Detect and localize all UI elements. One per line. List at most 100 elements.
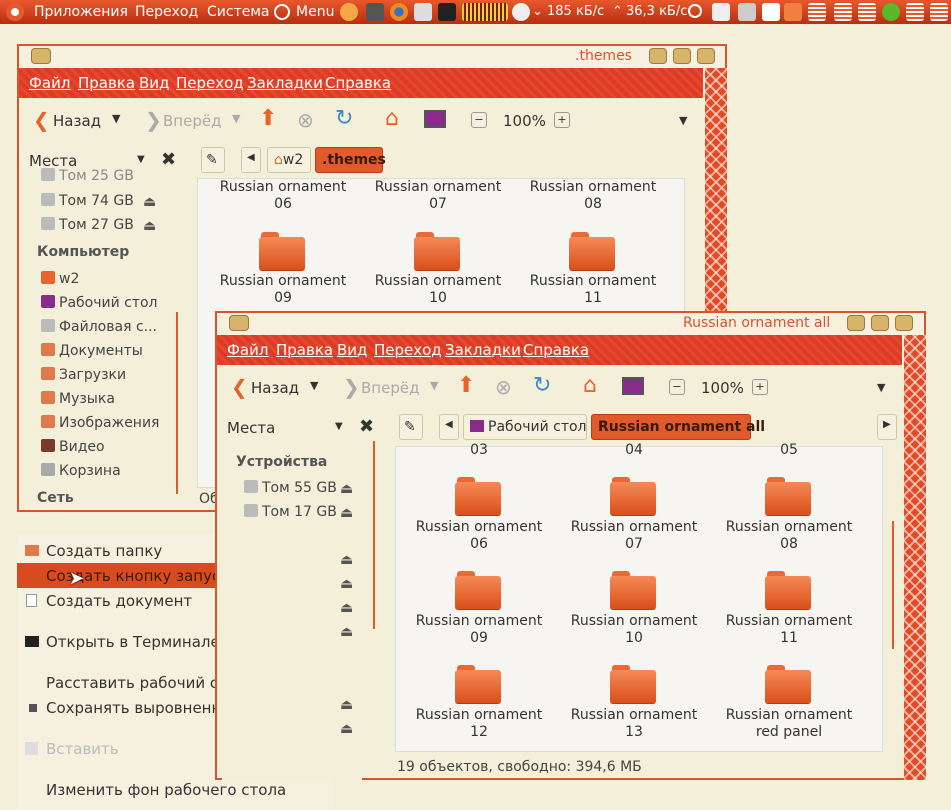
crumb-russian-ornament-all[interactable]: Russian ornament all <box>591 414 765 440</box>
firefox-icon[interactable] <box>390 3 408 21</box>
screenshot-icon[interactable] <box>712 3 730 21</box>
folder-icon[interactable] <box>569 232 615 270</box>
maximize-button[interactable] <box>871 315 889 331</box>
folder-icon[interactable] <box>765 665 811 703</box>
sidebar-volume-27[interactable]: Том 27 GB <box>41 217 134 233</box>
back-button[interactable]: Назад <box>251 379 299 397</box>
power-icon[interactable] <box>274 4 290 20</box>
folder-label[interactable]: Russian ornament 10 <box>358 273 518 307</box>
sidebar-scrollbar[interactable] <box>373 441 375 629</box>
folder-icon[interactable] <box>610 665 656 703</box>
menu-help[interactable]: Справка <box>325 74 391 92</box>
reload-icon[interactable]: ↻ <box>533 373 551 398</box>
back-history-dropdown[interactable]: ▼ <box>112 112 120 125</box>
sidebar-volume-0[interactable]: Том 25 GB <box>41 168 134 184</box>
crumb-scroll-left[interactable]: ◀ <box>439 414 459 440</box>
folder-label-partial[interactable]: 05 <box>709 442 869 459</box>
up-arrow-icon[interactable]: ⬆ <box>457 373 475 398</box>
menu-bookmarks[interactable]: Закладки <box>247 74 323 92</box>
computer-icon[interactable] <box>622 377 644 395</box>
content-scrollbar[interactable] <box>892 521 894 649</box>
folder-label[interactable]: Russian ornament 06 <box>203 179 363 213</box>
close-button[interactable] <box>895 315 913 331</box>
window-menu-icon[interactable] <box>31 48 51 64</box>
zoom-in-button[interactable]: + <box>752 379 768 395</box>
sidebar-item-pictures[interactable]: Изображения <box>41 415 159 431</box>
system-menu[interactable]: Система <box>207 4 269 20</box>
home-icon[interactable]: ⌂ <box>583 373 597 398</box>
image-editor-icon[interactable] <box>414 3 432 21</box>
computer-icon[interactable] <box>424 110 446 128</box>
eject-icon[interactable]: ⏏ <box>340 624 356 640</box>
folder-label[interactable]: Russian ornament 11 <box>513 273 673 307</box>
eject-icon[interactable]: ⏏ <box>143 194 159 210</box>
menu-view[interactable]: Вид <box>337 341 367 359</box>
places-dropdown-arrow[interactable]: ▼ <box>137 154 145 165</box>
terminal-icon[interactable] <box>438 3 456 21</box>
brush-icon[interactable] <box>738 3 756 21</box>
folder-icon[interactable] <box>765 477 811 515</box>
back-history-dropdown[interactable]: ▼ <box>310 379 318 392</box>
close-button[interactable] <box>697 48 715 64</box>
folder-label[interactable]: Russian ornament 09 <box>399 613 559 647</box>
view-mode-dropdown[interactable]: ▼ <box>877 381 885 394</box>
places-menu[interactable]: Переход <box>135 4 198 20</box>
folder-label[interactable]: Russian ornament 10 <box>554 613 714 647</box>
sidebar-volume-17[interactable]: Том 17 GB <box>244 504 337 520</box>
settings-gear-icon[interactable] <box>882 3 900 21</box>
crumb-scroll-right[interactable]: ▶ <box>877 414 897 440</box>
eject-icon[interactable]: ⏏ <box>340 576 356 592</box>
menu-go[interactable]: Переход <box>374 341 442 359</box>
crumb-scroll-left[interactable]: ◀ <box>241 147 261 173</box>
eject-icon[interactable]: ⏏ <box>340 697 356 713</box>
indicator-3-icon[interactable] <box>858 3 876 21</box>
menu-file[interactable]: Файл <box>227 341 268 359</box>
indicator-2-icon[interactable] <box>834 3 852 21</box>
maximize-button[interactable] <box>673 48 691 64</box>
back-arrow-icon[interactable]: ❮ <box>231 375 248 399</box>
folder-icon[interactable] <box>414 232 460 270</box>
menu-edit[interactable]: Правка <box>78 74 135 92</box>
menu-view[interactable]: Вид <box>139 74 169 92</box>
sidebar-volume-74[interactable]: Том 74 GB <box>41 193 134 209</box>
indicator-4-icon[interactable] <box>906 3 924 21</box>
folder-label[interactable]: Russian ornament 11 <box>709 613 869 647</box>
eject-icon[interactable]: ⏏ <box>143 218 159 234</box>
network-icon[interactable] <box>512 3 530 21</box>
folder-label-partial[interactable]: 04 <box>554 442 714 459</box>
menu-edit[interactable]: Правка <box>276 341 333 359</box>
folder-label[interactable]: Russian ornament 12 <box>399 707 559 741</box>
menu-applet[interactable]: Menu <box>296 4 334 20</box>
sidebar-item-trash[interactable]: Корзина <box>41 463 121 479</box>
places-dropdown-arrow[interactable]: ▼ <box>335 421 343 432</box>
folder-label[interactable]: Russian ornament 07 <box>358 179 518 213</box>
eject-icon[interactable]: ⏏ <box>340 552 356 568</box>
crumb-desktop[interactable]: Рабочий стол <box>463 414 587 440</box>
folder-label[interactable]: Russian ornament red panel <box>709 707 869 741</box>
folder-icon[interactable] <box>259 232 305 270</box>
menu-go[interactable]: Переход <box>176 74 244 92</box>
checkbox-indicator[interactable] <box>29 704 37 712</box>
folder-label-partial[interactable]: 03 <box>399 442 559 459</box>
folder-label[interactable]: Russian ornament 08 <box>513 179 673 213</box>
applications-menu[interactable]: Приложения <box>34 4 128 20</box>
folder-label[interactable]: Russian ornament 13 <box>554 707 714 741</box>
menu-bookmarks[interactable]: Закладки <box>445 341 521 359</box>
indicator-5-icon[interactable] <box>930 3 948 21</box>
edit-location-icon[interactable]: ✎ <box>399 414 423 440</box>
ubuntu-logo-icon[interactable] <box>6 3 24 21</box>
text-editor-icon[interactable] <box>762 3 780 21</box>
zoom-in-button[interactable]: + <box>554 112 570 128</box>
eject-icon[interactable]: ⏏ <box>340 481 356 497</box>
close-sidebar-icon[interactable]: ✖ <box>161 149 176 170</box>
crumb-w2[interactable]: ⌂w2 <box>267 147 311 173</box>
back-button[interactable]: Назад <box>53 112 101 130</box>
minimize-button[interactable] <box>649 48 667 64</box>
crumb-themes[interactable]: .themes <box>315 147 386 173</box>
sidebar-item-desktop[interactable]: Рабочий стол <box>41 295 158 311</box>
sidebar-item-videos[interactable]: Видео <box>41 439 105 455</box>
places-selector[interactable]: Места <box>227 419 275 437</box>
minimize-button[interactable] <box>847 315 865 331</box>
menu-file[interactable]: Файл <box>29 74 70 92</box>
up-arrow-icon[interactable]: ⬆ <box>259 106 277 131</box>
